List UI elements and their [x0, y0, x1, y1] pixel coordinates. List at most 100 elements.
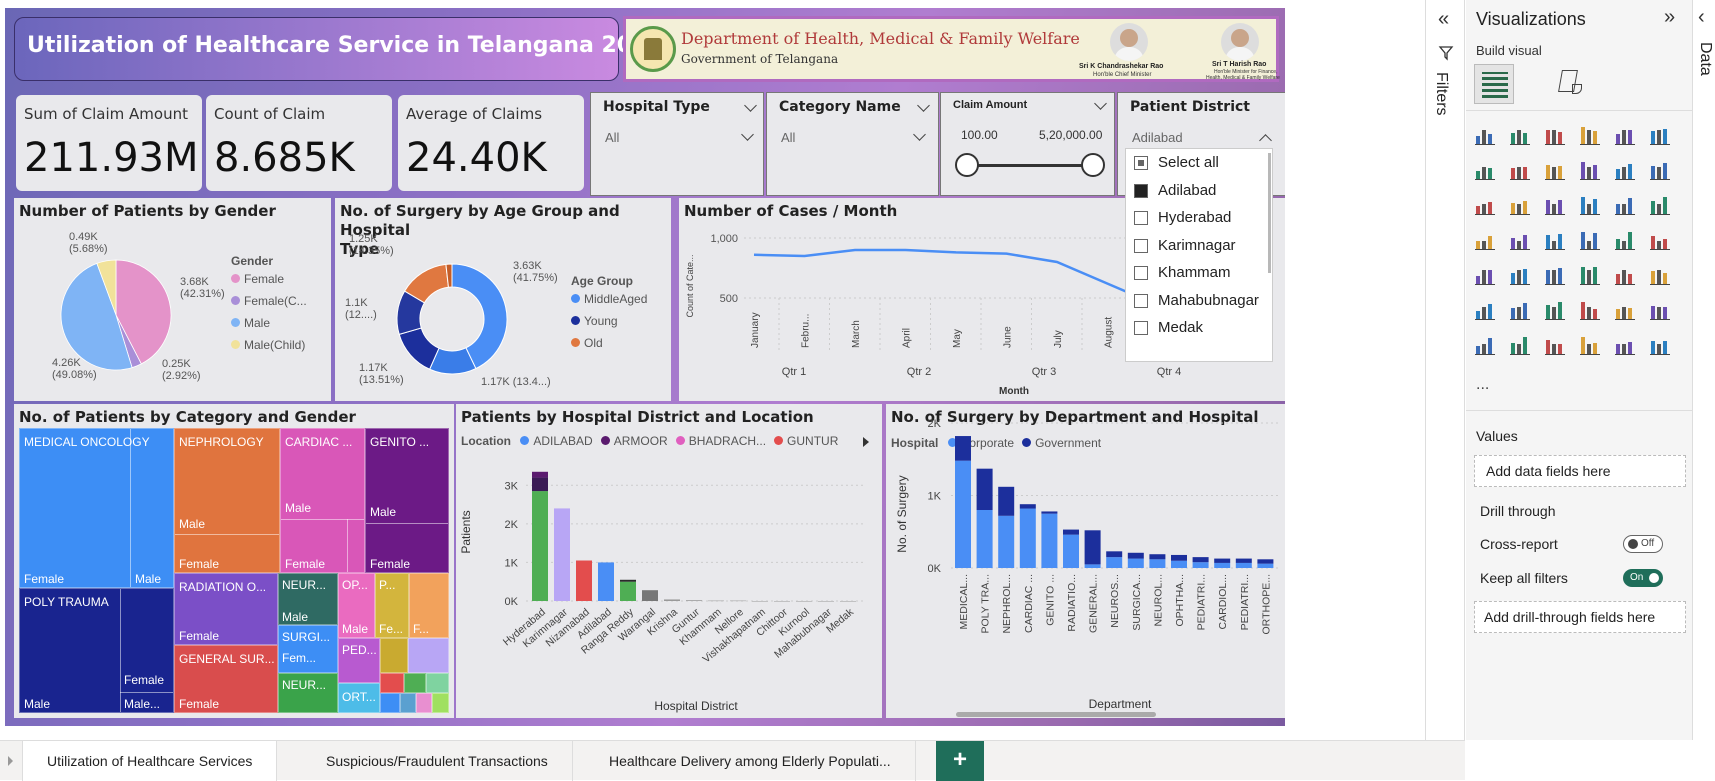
bar-plot[interactable]: 2K 1K 0K No. of Surgery MEDICAL... POLY TRA..… — [886, 404, 1285, 718]
range-min[interactable]: 100.00 — [961, 128, 998, 142]
more-visuals[interactable]: ... — [1476, 376, 1489, 394]
district-bar-chart[interactable]: Patients by Hospital District and Locati… — [456, 404, 882, 718]
treemap-tile-radiation[interactable]: RADIATION O... Female — [174, 573, 278, 645]
legend-item[interactable]: Young — [571, 314, 647, 328]
visual-type-icon[interactable] — [1509, 334, 1531, 356]
visual-type-icon[interactable] — [1509, 159, 1531, 181]
dropdown-option[interactable]: Hyderabad — [1134, 209, 1231, 226]
visual-type-icon[interactable] — [1474, 229, 1496, 251]
treemap-tile-small[interactable] — [426, 673, 449, 693]
visual-type-icon[interactable] — [1649, 194, 1671, 216]
data-pane-label[interactable]: Data — [1696, 42, 1714, 76]
dropdown-option[interactable]: Khammam — [1134, 264, 1231, 281]
treemap-tile-small[interactable] — [408, 638, 449, 673]
keep-filters-toggle[interactable]: On — [1623, 569, 1663, 587]
visual-type-icon[interactable] — [1474, 194, 1496, 216]
filter-funnel-icon[interactable] — [1438, 45, 1454, 61]
treemap-tile-surgical[interactable]: SURGI... Fem... — [278, 625, 338, 673]
legend-item[interactable]: MiddleAged — [571, 292, 647, 306]
chevron-down-icon[interactable] — [741, 128, 754, 141]
visual-type-icon[interactable] — [1509, 299, 1531, 321]
kpi-card-count-claim[interactable]: Count of Claim 8.685K — [206, 95, 392, 191]
tab-utilization[interactable]: Utilization of Healthcare Services — [22, 741, 278, 781]
age-donut-chart[interactable]: No. of Surgery by Age Group and Hospital… — [335, 198, 671, 401]
build-visual-table-icon[interactable] — [1474, 64, 1514, 104]
checkbox[interactable] — [1134, 321, 1148, 335]
visual-type-icon[interactable] — [1579, 124, 1601, 146]
dropdown-option[interactable]: Select all — [1134, 154, 1219, 171]
chevron-down-icon[interactable] — [1094, 97, 1107, 110]
collapse-double-chevron-icon[interactable]: « — [1438, 8, 1449, 31]
visual-type-icon[interactable] — [1544, 159, 1566, 181]
visual-types-grid[interactable] — [1474, 124, 1674, 364]
checkbox[interactable] — [1134, 183, 1148, 198]
bar-plot[interactable]: 3K2K1K0KPatientsHyderabadKarimnagarNizam… — [456, 404, 882, 718]
visual-type-icon[interactable] — [1614, 229, 1636, 251]
visual-type-icon[interactable] — [1579, 264, 1601, 286]
visual-type-icon[interactable] — [1649, 229, 1671, 251]
visual-type-icon[interactable] — [1614, 159, 1636, 181]
visual-type-icon[interactable] — [1649, 124, 1671, 146]
treemap-tile-small[interactable] — [404, 673, 426, 693]
visual-type-icon[interactable] — [1614, 299, 1636, 321]
treemap-tile-neuro[interactable]: NEUR... Male — [278, 573, 338, 625]
slider-max-handle[interactable] — [1081, 153, 1105, 177]
slider-track[interactable] — [967, 164, 1093, 167]
treemap-tile-pediatric-surgery[interactable]: PED... — [338, 638, 380, 683]
visual-type-icon[interactable] — [1509, 264, 1531, 286]
visual-type-icon[interactable] — [1544, 334, 1566, 356]
treemap-tile-small[interactable] — [416, 693, 432, 713]
dropdown-option[interactable]: Karimnagar — [1134, 237, 1236, 254]
chevron-down-icon[interactable] — [917, 99, 930, 112]
treemap-tile-small[interactable] — [400, 693, 416, 713]
visual-type-icon[interactable] — [1474, 159, 1496, 181]
visual-type-icon[interactable] — [1544, 124, 1566, 146]
legend-item[interactable]: Female(C... — [231, 294, 307, 308]
checkbox[interactable] — [1134, 211, 1148, 225]
legend-item[interactable]: Male(Child) — [231, 338, 307, 352]
collapse-chevron-icon[interactable]: ‹ — [1698, 6, 1705, 29]
visual-type-icon[interactable] — [1649, 264, 1671, 286]
visual-type-icon[interactable] — [1614, 194, 1636, 216]
treemap-tile-medical-oncology[interactable]: MEDICAL ONCOLOGY Female Male — [19, 428, 174, 588]
visual-type-icon[interactable] — [1614, 334, 1636, 356]
visualizations-pane[interactable]: Visualizations » Build visual ... Values… — [1466, 0, 1693, 740]
visual-type-icon[interactable] — [1579, 229, 1601, 251]
visual-type-icon[interactable] — [1474, 124, 1496, 146]
category-treemap[interactable]: No. of Patients by Category and Gender M… — [14, 404, 454, 718]
treemap-tile-general-surgery[interactable]: GENERAL SUR... Female — [174, 645, 278, 713]
drill-through-dropzone[interactable]: Add drill-through fields here — [1474, 601, 1686, 633]
format-visual-paintbrush-icon[interactable] — [1554, 68, 1584, 98]
visual-type-icon[interactable] — [1474, 334, 1496, 356]
checkbox[interactable] — [1134, 156, 1148, 170]
treemap-tile-poly-trauma[interactable]: POLY TRAUMA Male Female Male... — [19, 588, 174, 713]
visual-type-icon[interactable] — [1544, 299, 1566, 321]
dropdown-option[interactable]: Adilabad — [1134, 182, 1216, 199]
tab-suspicious-transactions[interactable]: Suspicious/Fraudulent Transactions — [302, 741, 573, 781]
kpi-card-sum-claim[interactable]: Sum of Claim Amount 211.93M — [16, 95, 202, 191]
dropdown-scrollbar[interactable] — [1268, 153, 1271, 273]
visual-type-icon[interactable] — [1579, 334, 1601, 356]
values-dropzone[interactable]: Add data fields here — [1474, 455, 1686, 487]
slicer-value[interactable]: All — [605, 130, 619, 145]
visual-type-icon[interactable] — [1544, 194, 1566, 216]
gender-pie-chart[interactable]: Number of Patients by Gender Gender Fema… — [14, 198, 331, 401]
slicer-value[interactable]: Adilabad — [1132, 130, 1183, 145]
visual-type-icon[interactable] — [1579, 159, 1601, 181]
department-bar-chart[interactable]: No. of Surgery by Department and Hospita… — [886, 404, 1285, 718]
add-page-button[interactable]: + — [936, 741, 984, 781]
visual-type-icon[interactable] — [1649, 159, 1671, 181]
visual-type-icon[interactable] — [1649, 334, 1671, 356]
chevron-down-icon[interactable] — [913, 128, 926, 141]
slicer-category-name[interactable]: Category Name All — [766, 92, 939, 196]
visual-type-icon[interactable] — [1544, 264, 1566, 286]
visual-type-icon[interactable] — [1544, 229, 1566, 251]
treemap-tile-neurology[interactable]: NEUR... — [278, 673, 338, 713]
patient-district-dropdown[interactable]: Select all Adilabad Hyderabad Karimnagar Kha… — [1125, 148, 1273, 362]
dropdown-option[interactable]: Medak — [1134, 319, 1203, 336]
treemap-tile-small[interactable] — [432, 693, 449, 713]
expand-double-chevron-icon[interactable]: » — [1664, 6, 1675, 29]
visual-type-icon[interactable] — [1579, 299, 1601, 321]
treemap-tile-orthopedics[interactable]: ORT... — [338, 683, 380, 713]
checkbox[interactable] — [1134, 266, 1148, 280]
